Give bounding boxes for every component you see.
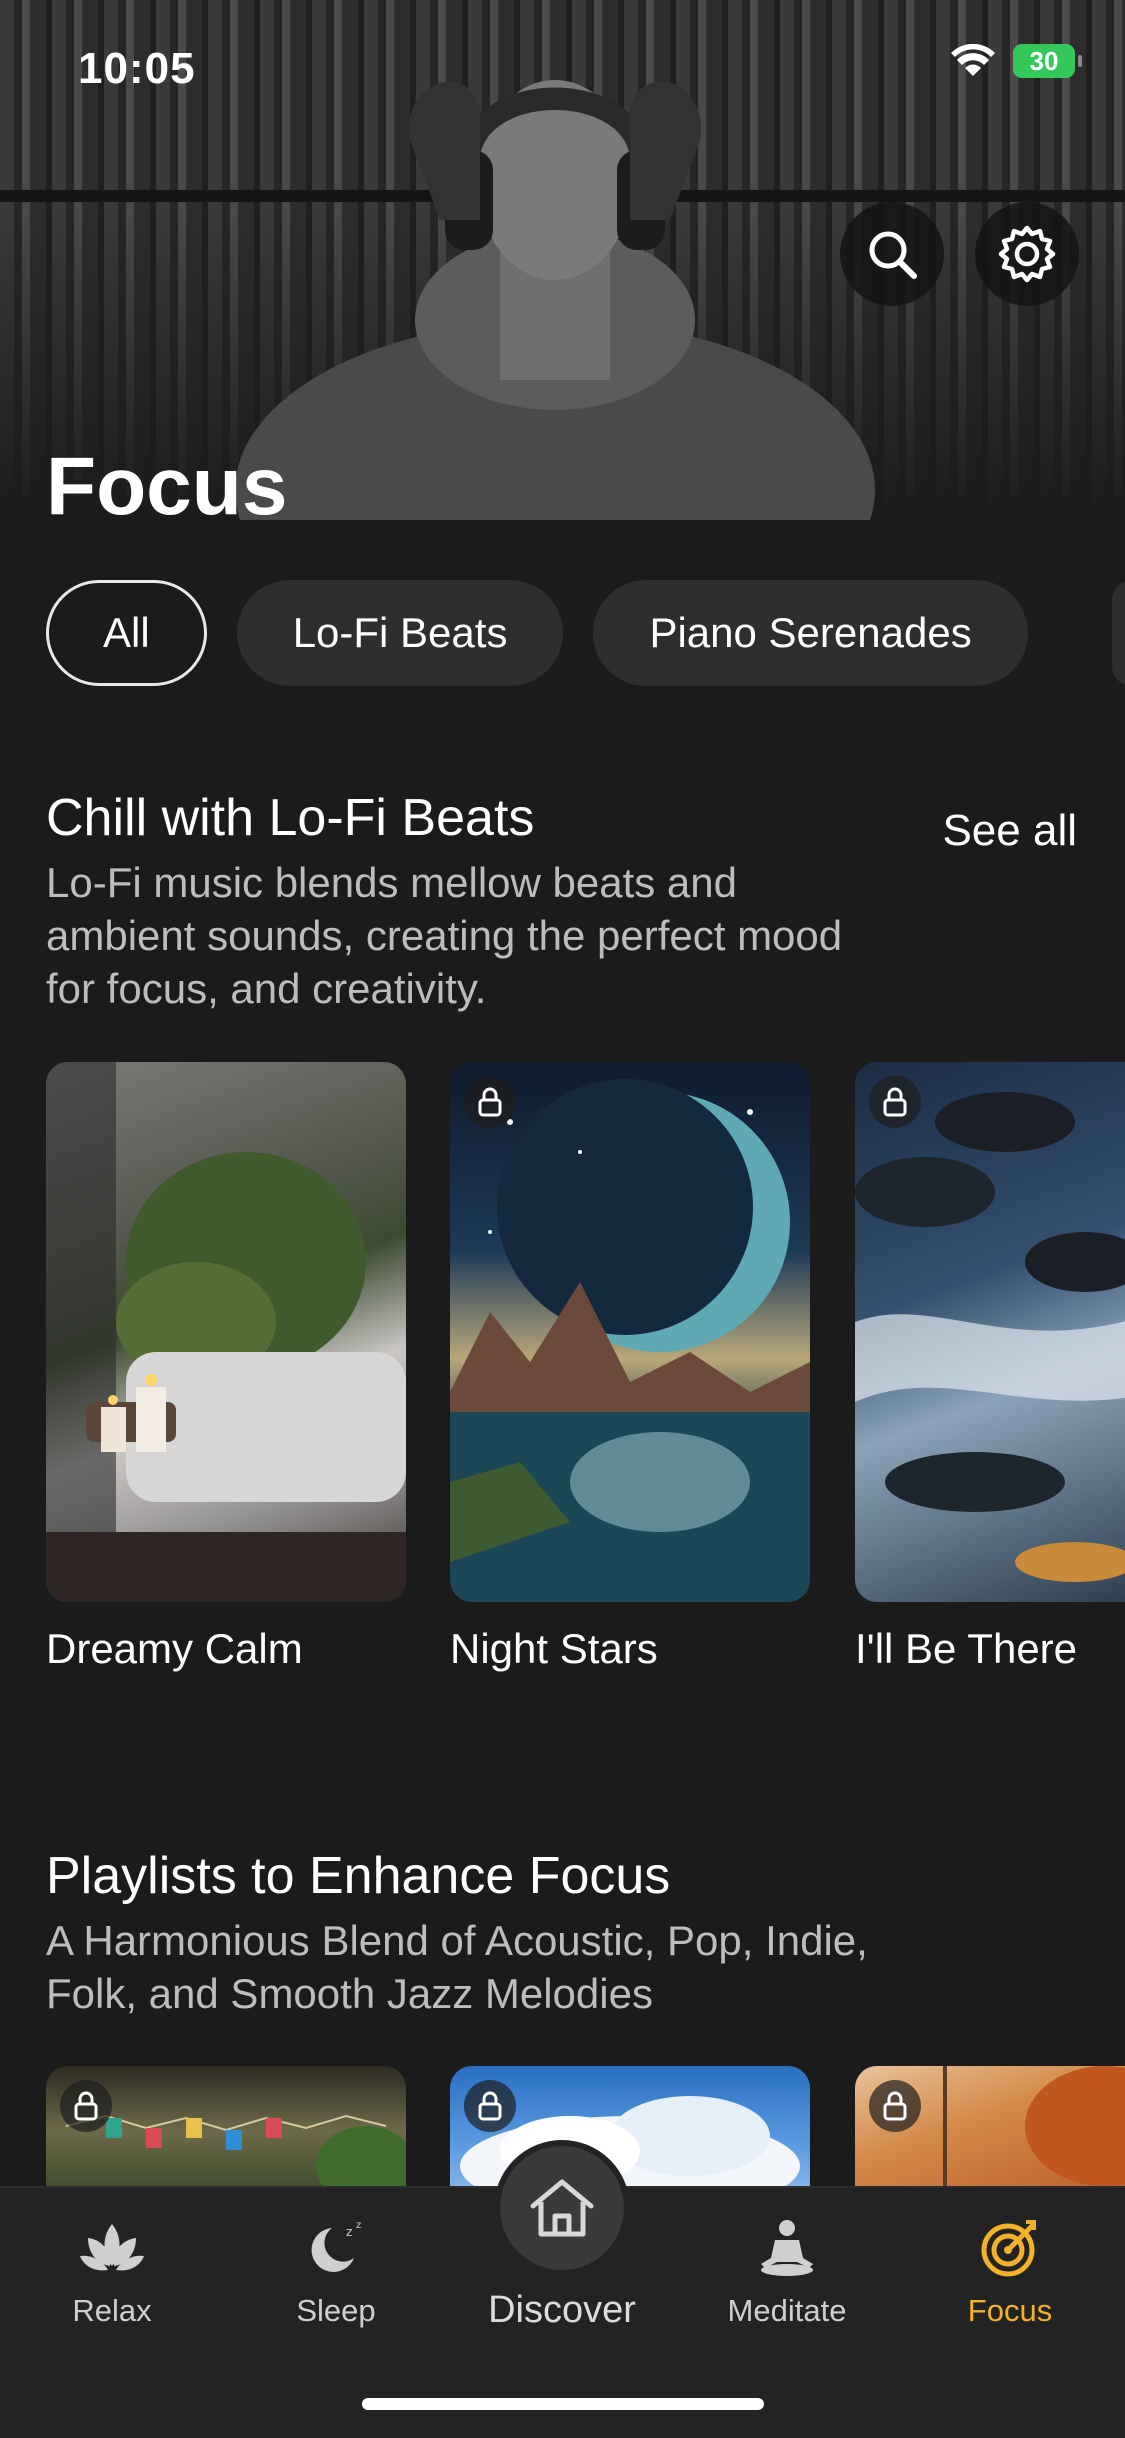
tab-focus[interactable]: Focus [920,2218,1100,2329]
status-icons: 30 [951,44,1082,78]
gear-icon [998,225,1056,283]
lotus-icon [80,2224,144,2271]
search-icon [869,231,917,279]
section-title: Chill with Lo-Fi Beats [46,789,535,847]
card-night-stars[interactable] [450,1062,810,1602]
card-ill-be-there[interactable] [855,1062,1125,1602]
settings-button[interactable] [975,202,1079,306]
tab-sleep[interactable]: z z Sleep [246,2218,426,2329]
lock-icon [869,2080,921,2132]
search-button[interactable] [840,202,944,306]
tab-label: Sleep [296,2293,376,2328]
lock-icon [464,1076,516,1128]
section-description: Lo-Fi music blends mellow beats and ambi… [46,859,843,1012]
lock-icon [464,2080,516,2132]
target-icon [981,2220,1036,2277]
battery-indicator: 30 [1013,44,1082,78]
battery-level: 30 [1029,45,1059,76]
chip-more[interactable] [1112,580,1125,686]
tab-relax[interactable]: Relax [22,2218,202,2329]
card-dreamy-calm[interactable] [46,1062,406,1602]
lock-icon [869,1076,921,1128]
wifi-icon [951,44,995,76]
tab-discover[interactable] [494,2140,630,2276]
svg-text:z: z [346,2225,352,2239]
card-title: I'll Be There [855,1625,1078,1672]
tab-meditate[interactable]: Meditate [697,2218,877,2329]
see-all-link[interactable]: See all [942,806,1077,856]
moon-icon: z z [311,2220,361,2272]
chip-all[interactable]: All [46,580,207,686]
hero-person-illustration [235,80,875,520]
page-title: Focus [46,441,288,532]
meditate-icon [761,2220,813,2276]
tab-label: Meditate [727,2293,847,2328]
home-icon [530,2179,594,2237]
chip-piano-serenades[interactable]: Piano Serenades [593,580,1028,686]
home-indicator [362,2398,764,2410]
playlist-card[interactable] [46,2066,406,2196]
lock-icon [60,2080,112,2132]
tab-label: Focus [967,2293,1053,2328]
category-chips: All Lo-Fi Beats Piano Serenades [46,580,1028,686]
card-title: Dreamy Calm [46,1625,303,1672]
playlist-card[interactable] [855,2066,1125,2196]
chip-lofi-beats[interactable]: Lo-Fi Beats [236,580,564,686]
card-title: Night Stars [450,1625,658,1672]
section-description: A Harmonious Blend of Acoustic, Pop, Ind… [46,1917,868,2017]
tab-label: Discover [488,2289,636,2331]
night-stars-artwork [450,1079,810,1602]
section-title: Playlists to Enhance Focus [46,1847,671,1905]
tab-label: Relax [72,2293,152,2328]
svg-text:z: z [356,2220,361,2231]
ill-be-there-artwork [855,1092,1125,1582]
status-time: 10:05 [78,44,196,93]
dreamy-calm-artwork [46,1062,406,1602]
